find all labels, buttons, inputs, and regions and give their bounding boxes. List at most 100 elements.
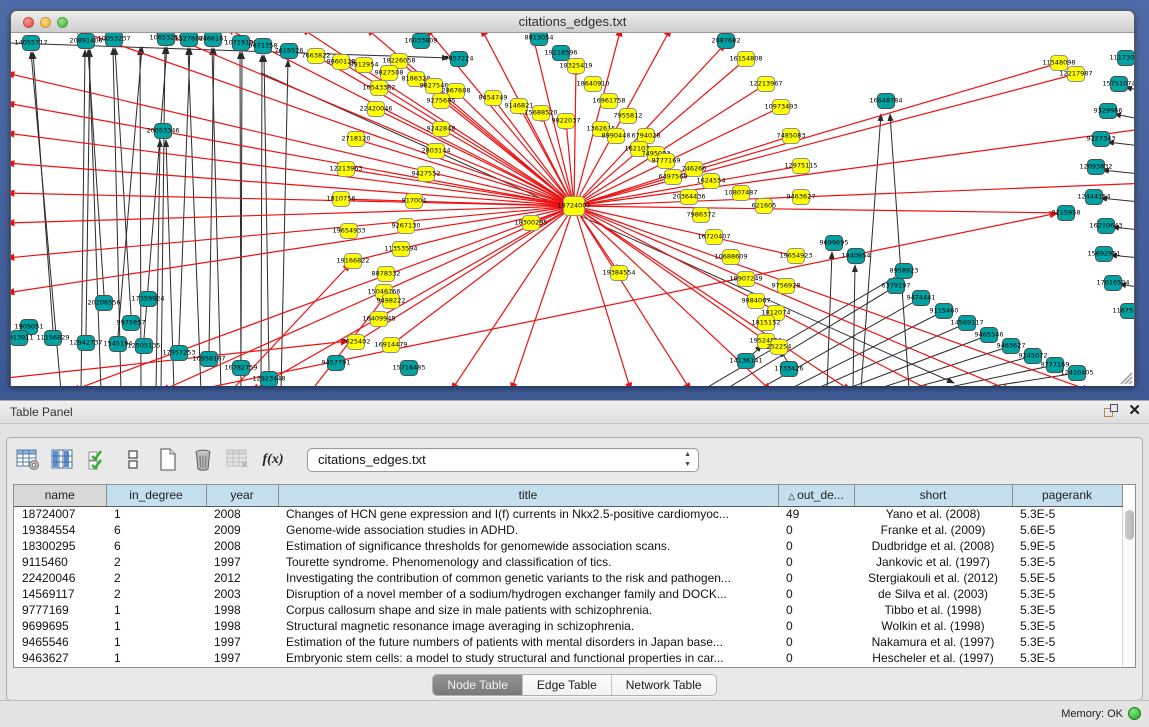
table-cell[interactable]: Dudbridge et al. (2008) bbox=[854, 538, 1012, 554]
table-cell[interactable]: 1997 bbox=[206, 554, 278, 570]
row-boxes-icon[interactable] bbox=[120, 448, 146, 472]
table-row[interactable]: 946554611997Estimation of the future num… bbox=[14, 634, 1122, 650]
table-row[interactable]: 911546021997Tourette syndrome. Phenomeno… bbox=[14, 554, 1122, 570]
table-cell[interactable]: Corpus callosum shape and size in male p… bbox=[278, 602, 778, 618]
table-scrollbar[interactable] bbox=[1122, 507, 1135, 667]
table-cell[interactable]: 5.3E-5 bbox=[1012, 618, 1122, 634]
column-header-name[interactable]: name bbox=[14, 485, 106, 506]
table-cell[interactable]: 0 bbox=[778, 586, 854, 602]
table-cell[interactable]: 9465546 bbox=[14, 634, 106, 650]
table-cell[interactable]: 9463627 bbox=[14, 650, 106, 666]
table-cell[interactable]: 5.6E-5 bbox=[1012, 522, 1122, 538]
table-cell[interactable]: 5.3E-5 bbox=[1012, 506, 1122, 522]
table-cell[interactable]: 18724007 bbox=[14, 506, 106, 522]
memory-indicator-dot[interactable] bbox=[1128, 707, 1141, 720]
table-cell[interactable]: Genome-wide association studies in ADHD. bbox=[278, 522, 778, 538]
table-cell[interactable]: 9699695 bbox=[14, 618, 106, 634]
table-cell[interactable]: 0 bbox=[778, 602, 854, 618]
table-cell[interactable]: 0 bbox=[778, 634, 854, 650]
table-cell[interactable]: 2 bbox=[106, 586, 206, 602]
table-cell[interactable]: Tourette syndrome. Phenomenology and cla… bbox=[278, 554, 778, 570]
table-cell[interactable]: Tibbo et al. (1998) bbox=[854, 602, 1012, 618]
column-header-short[interactable]: short bbox=[854, 485, 1012, 506]
table-selector-dropdown[interactable]: citations_edges.txt ▲▼ bbox=[307, 448, 699, 472]
table-cell[interactable]: 1 bbox=[106, 634, 206, 650]
table-cell[interactable]: 9115460 bbox=[14, 554, 106, 570]
table-cell[interactable]: 5.3E-5 bbox=[1012, 650, 1122, 666]
table-cell[interactable]: 1 bbox=[106, 506, 206, 522]
select-rows-icon[interactable] bbox=[85, 448, 111, 472]
show-columns-icon[interactable] bbox=[50, 448, 76, 472]
table-row[interactable]: 977716911998Corpus callosum shape and si… bbox=[14, 602, 1122, 618]
table-cell[interactable]: Estimation of significance thresholds fo… bbox=[278, 538, 778, 554]
table-cell[interactable]: 2 bbox=[106, 554, 206, 570]
table-cell[interactable]: Hescheler et al. (1997) bbox=[854, 650, 1012, 666]
table-cell[interactable]: Jankovic et al. (1997) bbox=[854, 554, 1012, 570]
function-builder-icon[interactable]: f(x) bbox=[260, 448, 286, 472]
table-cell[interactable]: Investigating the contribution of common… bbox=[278, 570, 778, 586]
table-cell[interactable]: 1998 bbox=[206, 618, 278, 634]
table-cell[interactable]: 18300295 bbox=[14, 538, 106, 554]
table-cell[interactable]: 1997 bbox=[206, 634, 278, 650]
network-canvas[interactable]: 1405571720891406100532371065325715276028… bbox=[11, 33, 1134, 386]
table-cell[interactable]: 2008 bbox=[206, 538, 278, 554]
table-cell[interactable]: 2003 bbox=[206, 586, 278, 602]
table-cell[interactable]: 1 bbox=[106, 602, 206, 618]
table-row[interactable]: 1872400712008Changes of HCN gene express… bbox=[14, 506, 1122, 522]
table-cell[interactable]: 49 bbox=[778, 506, 854, 522]
table-cell[interactable]: 14569117 bbox=[14, 586, 106, 602]
table-row[interactable]: 1456911722003Disruption of a novel membe… bbox=[14, 586, 1122, 602]
table-cell[interactable]: 5.9E-5 bbox=[1012, 538, 1122, 554]
table-cell[interactable]: Yano et al. (2008) bbox=[854, 506, 1012, 522]
tab-edge-table[interactable]: Edge Table bbox=[523, 675, 612, 695]
table-cell[interactable]: 19384554 bbox=[14, 522, 106, 538]
tab-node-table[interactable]: Node Table bbox=[433, 675, 523, 695]
table-row[interactable]: 1938455462009Genome-wide association stu… bbox=[14, 522, 1122, 538]
table-cell[interactable]: 1 bbox=[106, 618, 206, 634]
table-cell[interactable]: 2009 bbox=[206, 522, 278, 538]
table-cell[interactable]: 5.3E-5 bbox=[1012, 634, 1122, 650]
table-cell[interactable]: 0 bbox=[778, 570, 854, 586]
table-cell[interactable]: 9777169 bbox=[14, 602, 106, 618]
table-scrollbar-thumb[interactable] bbox=[1125, 510, 1134, 540]
table-cell[interactable]: 0 bbox=[778, 538, 854, 554]
table-cell[interactable]: Disruption of a novel member of a sodium… bbox=[278, 586, 778, 602]
trash-icon[interactable] bbox=[190, 448, 216, 472]
table-cell[interactable]: Stergiakouli et al. (2012) bbox=[854, 570, 1012, 586]
column-header-title[interactable]: title bbox=[278, 485, 778, 506]
table-cell[interactable]: 2008 bbox=[206, 506, 278, 522]
table-row[interactable]: 946362711997Embryonic stem cells: a mode… bbox=[14, 650, 1122, 666]
column-header-pagerank[interactable]: pagerank bbox=[1012, 485, 1122, 506]
table-cell[interactable]: 2 bbox=[106, 570, 206, 586]
close-panel-icon[interactable]: ✕ bbox=[1128, 404, 1141, 418]
resize-grip[interactable] bbox=[1121, 373, 1132, 384]
table-cell[interactable]: Nakamura et al. (1997) bbox=[854, 634, 1012, 650]
float-panel-icon[interactable] bbox=[1104, 404, 1118, 418]
network-graph[interactable]: 1405571720891406100532371065325715276028… bbox=[11, 33, 1134, 386]
table-cell[interactable]: Embryonic stem cells: a model to study s… bbox=[278, 650, 778, 666]
table-cell[interactable]: 0 bbox=[778, 650, 854, 666]
table-settings-icon[interactable] bbox=[15, 448, 41, 472]
table-cell[interactable]: 5.3E-5 bbox=[1012, 586, 1122, 602]
table-cell[interactable]: Franke et al. (2009) bbox=[854, 522, 1012, 538]
table-cell[interactable]: 5.5E-5 bbox=[1012, 570, 1122, 586]
table-cell[interactable]: 22420046 bbox=[14, 570, 106, 586]
table-cell[interactable]: 1 bbox=[106, 650, 206, 666]
table-cell[interactable]: 5.3E-5 bbox=[1012, 602, 1122, 618]
tab-network-table[interactable]: Network Table bbox=[612, 675, 716, 695]
table-cell[interactable]: 0 bbox=[778, 554, 854, 570]
table-cell[interactable]: 0 bbox=[778, 522, 854, 538]
table-cell[interactable]: Wolkin et al. (1998) bbox=[854, 618, 1012, 634]
table-cell[interactable]: 1997 bbox=[206, 650, 278, 666]
column-header-in_degree[interactable]: in_degree bbox=[106, 485, 206, 506]
column-header-year[interactable]: year bbox=[206, 485, 278, 506]
column-header-out_de[interactable]: △out_de... bbox=[778, 485, 854, 506]
table-row[interactable]: 2242004622012Investigating the contribut… bbox=[14, 570, 1122, 586]
table-row[interactable]: 1830029562008Estimation of significance … bbox=[14, 538, 1122, 554]
table-cell[interactable]: Estimation of the future numbers of pati… bbox=[278, 634, 778, 650]
table-cell[interactable]: Changes of HCN gene expression and I(f) … bbox=[278, 506, 778, 522]
table-cell[interactable]: 6 bbox=[106, 538, 206, 554]
new-file-icon[interactable] bbox=[155, 448, 181, 472]
table-cell[interactable]: 2012 bbox=[206, 570, 278, 586]
table-cell[interactable]: 6 bbox=[106, 522, 206, 538]
